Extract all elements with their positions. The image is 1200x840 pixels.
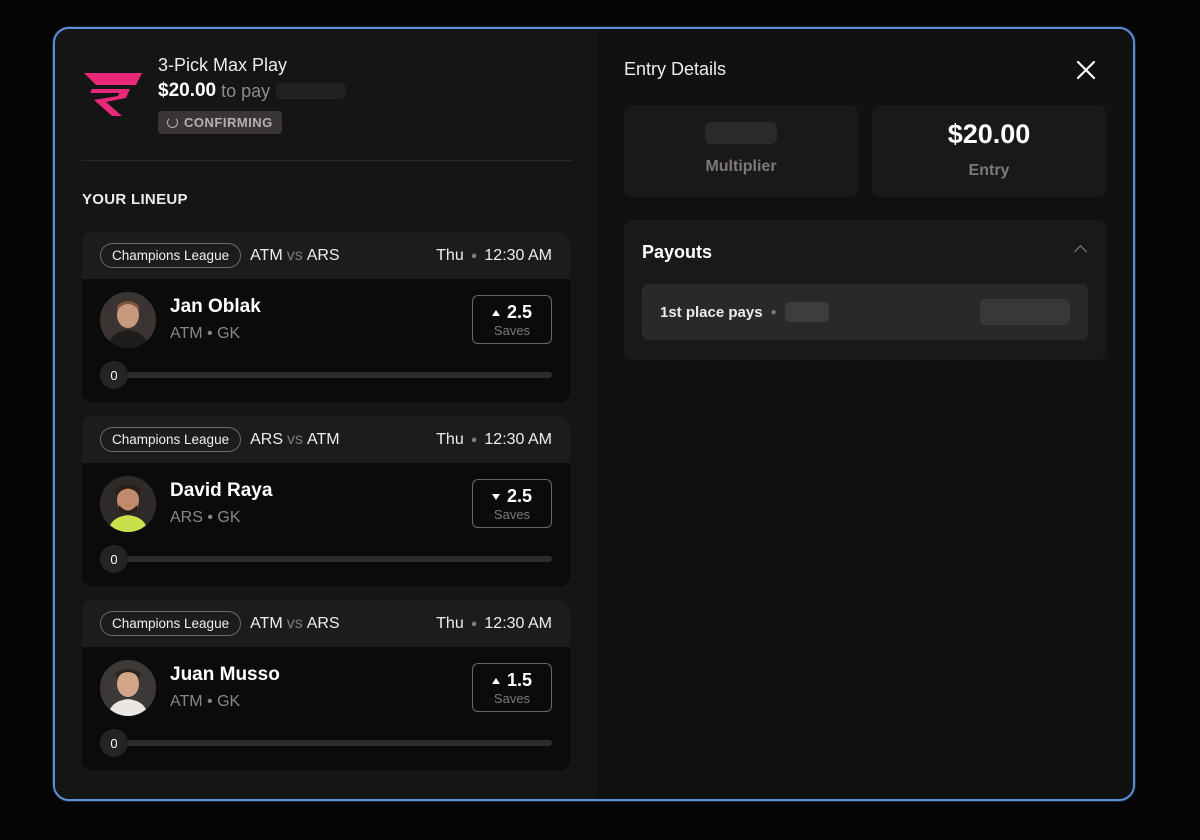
line-value: 2.5 (473, 486, 551, 507)
pick-card[interactable]: Champions League ATM vs ARS Thu ● 12:30 AM J… (82, 232, 570, 402)
league-pill[interactable]: Champions League (100, 611, 242, 636)
player-meta: ATM • GK (170, 325, 241, 342)
game-day: Thu (436, 246, 464, 264)
pay-row: $20.00 to pay (158, 79, 347, 103)
progress-value: 0 (100, 361, 128, 389)
entry-details-pane: Entry Details Multiplier $20.00 Entry Pa… (598, 29, 1133, 799)
redacted-placeholder (980, 299, 1070, 325)
payouts-section: Payouts 1st place pays ● (624, 220, 1106, 360)
pick-body: Juan Musso ATM • GK 1.5 Saves 0 (82, 647, 570, 770)
matchup: ATM vs ARS (250, 615, 340, 633)
player-avatar (100, 660, 156, 716)
game-time: Thu ● 12:30 AM (436, 615, 552, 633)
payouts-title: Payouts (642, 241, 713, 262)
arrow-down-icon (491, 493, 500, 500)
game-day: Thu (436, 614, 464, 632)
pick-body: Jan Oblak ATM • GK 2.5 Saves 0 (82, 279, 570, 402)
team-a: ATM (250, 614, 283, 632)
pick-card[interactable]: Champions League ARS vs ATM Thu ● 12:30 AM D… (82, 416, 570, 586)
redacted-placeholder (705, 122, 777, 144)
entry-label: Entry (968, 162, 1010, 179)
pay-suffix: to pay (221, 81, 271, 101)
pick-body: David Raya ARS • GK 2.5 Saves 0 (82, 463, 570, 586)
separator-dot: ● (470, 249, 478, 262)
progress-value: 0 (100, 729, 128, 757)
play-info: 3-Pick Max Play $20.00 to pay CONFIRMING (158, 53, 347, 134)
game-clock: 12:30 AM (484, 430, 552, 448)
separator-dot: ● (770, 306, 777, 318)
progress-track (112, 372, 552, 378)
line-stat: Saves (493, 691, 531, 706)
projection-box[interactable]: 2.5 Saves (472, 479, 552, 528)
details-title: Entry Details (624, 59, 727, 79)
vs-label: vs (286, 614, 303, 632)
pick-game-header: Champions League ARS vs ATM Thu ● 12:30 AM (82, 416, 570, 463)
player-meta: ARS • GK (170, 509, 241, 526)
line-number: 2.5 (506, 486, 533, 506)
progress-value: 0 (100, 545, 128, 573)
pick-game-header: Champions League ATM vs ARS Thu ● 12:30 AM (82, 232, 570, 279)
game-clock: 12:30 AM (484, 614, 552, 632)
player-meta: ATM • GK (170, 693, 241, 710)
game-day: Thu (436, 430, 464, 448)
line-number: 2.5 (506, 302, 533, 322)
close-icon[interactable] (1075, 59, 1097, 81)
summary-row: Multiplier $20.00 Entry (624, 105, 1106, 197)
line-number: 1.5 (506, 670, 533, 690)
pick-list: Champions League ATM vs ARS Thu ● 12:30 AM J… (82, 232, 572, 770)
player-name: David Raya (170, 480, 273, 501)
arrow-up-icon (491, 309, 500, 316)
league-pill[interactable]: Champions League (100, 243, 242, 268)
payout-label: 1st place pays (660, 303, 763, 321)
multiplier-label: Multiplier (705, 158, 777, 175)
pay-amount: $20.00 (158, 80, 217, 101)
player-avatar (100, 292, 156, 348)
multiplier-card: Multiplier (624, 105, 858, 197)
team-b: ARS (306, 246, 340, 264)
payout-row: 1st place pays ● (642, 284, 1088, 340)
vs-label: vs (287, 430, 303, 448)
matchup: ARS vs ATM (250, 431, 340, 449)
projection-box[interactable]: 2.5 Saves (472, 295, 552, 344)
projection-box[interactable]: 1.5 Saves (472, 663, 552, 712)
team-a: ARS (250, 430, 283, 448)
lineup-heading: YOUR LINEUP (82, 191, 188, 208)
player-name: Jan Oblak (170, 296, 261, 317)
entry-value: $20.00 (947, 119, 1031, 149)
pick-game-header: Champions League ATM vs ARS Thu ● 12:30 AM (82, 600, 570, 647)
player-name: Juan Musso (170, 664, 280, 685)
arrow-up-icon (491, 677, 500, 684)
line-stat: Saves (493, 507, 531, 522)
separator-dot: ● (470, 617, 478, 630)
line-value: 2.5 (473, 302, 551, 323)
vs-label: vs (286, 246, 303, 264)
redacted-placeholder (784, 302, 829, 322)
progress-track (112, 740, 552, 746)
team-a: ATM (250, 246, 283, 264)
lineup-pane: 3-Pick Max Play $20.00 to pay CONFIRMING… (55, 29, 598, 799)
redacted-placeholder (276, 83, 347, 99)
entry-card: $20.00 Entry (872, 105, 1106, 197)
brand-logo-icon (84, 73, 142, 116)
team-b: ARS (306, 614, 340, 632)
game-time: Thu ● 12:30 AM (436, 247, 552, 265)
team-b: ATM (307, 430, 340, 448)
status-label: CONFIRMING (184, 115, 273, 130)
line-stat: Saves (493, 323, 531, 338)
separator-dot: ● (470, 433, 478, 446)
pick-card[interactable]: Champions League ATM vs ARS Thu ● 12:30 AM J… (82, 600, 570, 770)
status-badge: CONFIRMING (158, 111, 282, 134)
play-title: 3-Pick Max Play (158, 55, 288, 75)
play-header: 3-Pick Max Play $20.00 to pay CONFIRMING (82, 29, 572, 161)
line-value: 1.5 (473, 670, 551, 691)
entry-modal: 3-Pick Max Play $20.00 to pay CONFIRMING… (53, 27, 1135, 801)
progress-track (112, 556, 552, 562)
player-avatar (100, 476, 156, 532)
matchup: ATM vs ARS (250, 247, 340, 265)
payouts-header[interactable]: Payouts (642, 220, 1088, 284)
spinner-icon (167, 117, 178, 128)
league-pill[interactable]: Champions League (100, 427, 242, 452)
game-time: Thu ● 12:30 AM (436, 431, 552, 449)
game-clock: 12:30 AM (484, 246, 552, 264)
